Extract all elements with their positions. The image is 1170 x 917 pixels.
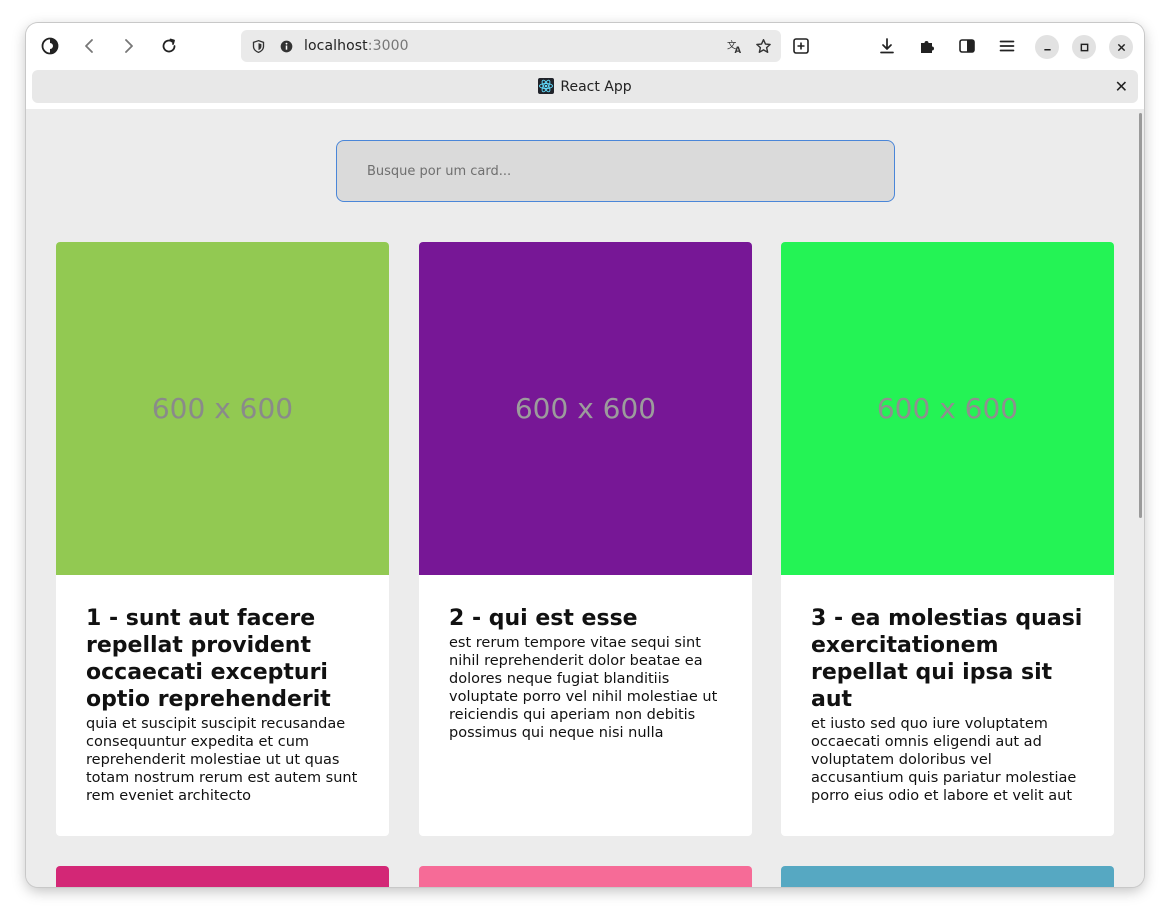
menu-icon[interactable] [992, 31, 1022, 61]
svg-text:A: A [734, 46, 741, 55]
card-4-partial[interactable] [56, 866, 389, 887]
react-favicon-icon [538, 78, 555, 94]
card-title: 2 - qui est esse [449, 606, 638, 631]
close-icon[interactable] [1109, 35, 1133, 59]
card-title: 1 - sunt aut facere repellat provident o… [86, 606, 331, 712]
page-content: 600 x 600 1 - sunt aut facere repellat p… [26, 109, 1144, 887]
url-host: localhost [304, 38, 368, 54]
card-body: 3 - ea molestias quasi exercitationem re… [781, 575, 1114, 835]
card-6-partial[interactable] [781, 866, 1114, 887]
bookmark-star-icon[interactable] [754, 37, 772, 55]
tab-strip: React App ✕ [26, 69, 1144, 109]
card-text: et iusto sed quo iure voluptatem occaeca… [811, 716, 1077, 804]
shield-icon[interactable] [249, 37, 267, 55]
tab-title-wrap: React App [32, 78, 1138, 95]
extensions-icon[interactable] [912, 31, 942, 61]
tab-title: React App [560, 79, 632, 95]
download-icon[interactable] [872, 31, 902, 61]
minimize-icon[interactable] [1035, 35, 1059, 59]
translate-icon[interactable]: 文A [726, 37, 744, 55]
new-tab-icon[interactable] [786, 31, 816, 61]
card-text: quia et suscipit suscipit recusandae con… [86, 716, 358, 804]
card-2[interactable]: 600 x 600 2 - qui est esse est rerum tem… [419, 242, 752, 836]
tab-react-app[interactable]: React App ✕ [32, 70, 1138, 103]
card-5-partial[interactable] [419, 866, 752, 887]
card-image-label: 600 x 600 [151, 392, 294, 425]
card-image-label: 600 x 600 [514, 392, 657, 425]
forward-icon[interactable] [113, 31, 143, 61]
card-image-label: 600 x 600 [876, 392, 1019, 425]
reload-icon[interactable] [154, 31, 184, 61]
browser-window: localhost:3000 文A React App ✕ Busque por… [26, 23, 1144, 887]
browser-toolbar: localhost:3000 文A [26, 23, 1144, 69]
card-image: 600 x 600 [781, 242, 1114, 575]
card-image: 600 x 600 [56, 242, 389, 575]
maximize-icon[interactable] [1072, 35, 1096, 59]
card-body: 1 - sunt aut facere repellat provident o… [56, 575, 389, 835]
page-scrollbar[interactable] [1139, 113, 1142, 518]
card-image: 600 x 600 [419, 242, 752, 575]
url-text: localhost:3000 [304, 38, 409, 54]
card-3[interactable]: 600 x 600 3 - ea molestias quasi exercit… [781, 242, 1114, 836]
info-icon[interactable] [277, 37, 295, 55]
url-port: :3000 [367, 38, 409, 54]
tab-close-icon[interactable]: ✕ [1115, 77, 1128, 97]
sidebar-icon[interactable] [952, 31, 982, 61]
card-text: est rerum tempore vitae sequi sint nihil… [449, 635, 718, 741]
search-input[interactable] [336, 140, 895, 202]
card-title: 3 - ea molestias quasi exercitationem re… [811, 606, 1083, 712]
card-body: 2 - qui est esse est rerum tempore vitae… [419, 575, 752, 772]
back-icon[interactable] [75, 31, 105, 61]
address-bar[interactable]: localhost:3000 文A [241, 30, 781, 62]
firefox-view-icon[interactable] [35, 31, 65, 61]
card-1[interactable]: 600 x 600 1 - sunt aut facere repellat p… [56, 242, 389, 836]
